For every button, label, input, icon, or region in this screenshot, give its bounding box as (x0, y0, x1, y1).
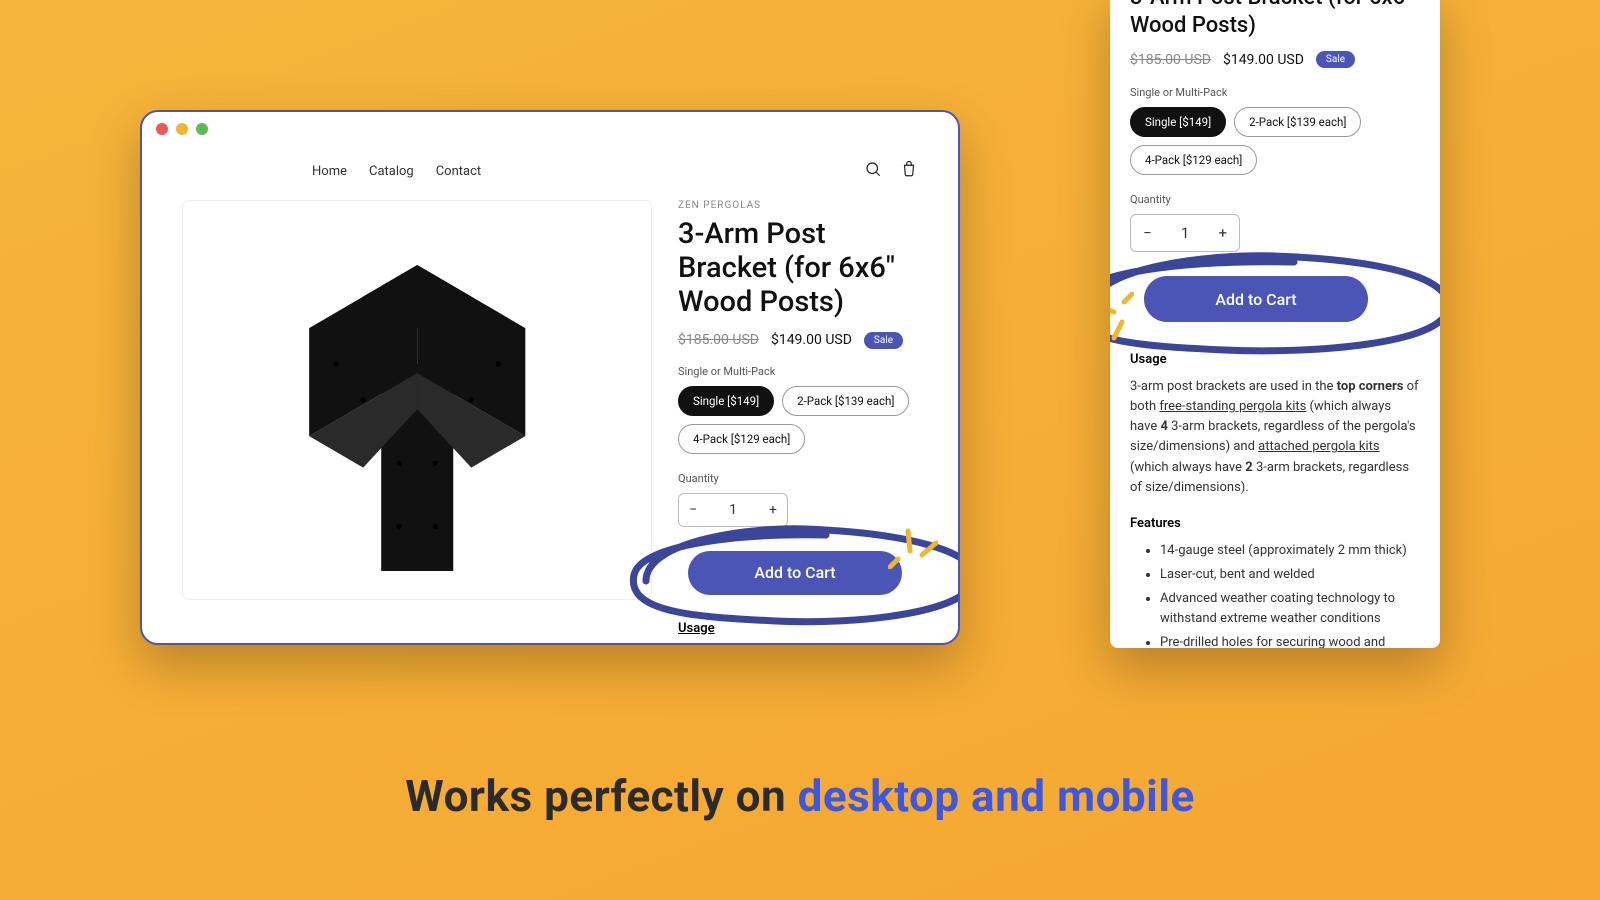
m-product-title: 3-Arm Post Bracket (for 6x6" Wood Posts) (1130, 0, 1420, 39)
qty-plus-icon[interactable]: + (769, 502, 777, 518)
variant-single[interactable]: Single [$149] (678, 386, 774, 416)
price-current: $149.00 USD (771, 332, 852, 348)
m-variant-single[interactable]: Single [$149] (1130, 107, 1226, 137)
traffic-light-minimize[interactable] (176, 123, 188, 135)
variant-label: Single or Multi-Pack (678, 365, 918, 378)
m-price-compare: $185.00 USD (1130, 52, 1211, 68)
usage-heading: Usage (678, 621, 918, 636)
nav-catalog[interactable]: Catalog (369, 164, 414, 179)
m-add-to-cart-button[interactable]: Add to Cart (1144, 276, 1368, 322)
m-price-row: $185.00 USD $149.00 USD Sale (1130, 51, 1420, 68)
m-usage-heading: Usage (1130, 352, 1420, 367)
m-variant-label: Single or Multi-Pack (1130, 86, 1420, 99)
nav-home[interactable]: Home (312, 164, 347, 179)
quantity-label: Quantity (678, 472, 918, 485)
m-variant-2pack[interactable]: 2-Pack [$139 each] (1234, 107, 1361, 137)
m-feature-item: Laser-cut, bent and welded (1160, 565, 1420, 585)
nav-contact[interactable]: Contact (436, 164, 481, 179)
cart-icon[interactable] (900, 160, 918, 182)
m-feature-item: Pre-drilled holes for securing wood and … (1160, 633, 1420, 648)
mobile-device-frame: 3-Arm Post Bracket (for 6x6" Wood Posts)… (1110, 0, 1440, 648)
m-quantity-label: Quantity (1130, 193, 1420, 206)
search-icon[interactable] (864, 160, 882, 182)
sale-badge: Sale (864, 332, 903, 349)
variant-2pack[interactable]: 2-Pack [$139 each] (782, 386, 909, 416)
traffic-light-close[interactable] (156, 123, 168, 135)
m-variant-4pack[interactable]: 4-Pack [$129 each] (1130, 145, 1257, 175)
m-qty-plus-icon[interactable]: + (1218, 224, 1227, 242)
variant-4pack[interactable]: 4-Pack [$129 each] (678, 424, 805, 454)
qty-value: 1 (729, 502, 737, 518)
m-qty-value: 1 (1181, 224, 1189, 242)
qty-minus-icon[interactable]: − (689, 502, 697, 518)
m-burst-icon (1110, 292, 1134, 342)
m-feature-item: Advanced weather coating technology to w… (1160, 589, 1420, 629)
m-usage-paragraph: 3-arm post brackets are used in the top … (1130, 377, 1420, 498)
traffic-light-zoom[interactable] (196, 123, 208, 135)
m-features-heading: Features (1130, 516, 1420, 531)
product-title: 3-Arm Post Bracket (for 6x6" Wood Posts) (678, 217, 918, 320)
m-sale-badge: Sale (1316, 51, 1355, 68)
price-compare: $185.00 USD (678, 332, 759, 348)
desktop-browser-frame: Home Catalog Contact (140, 110, 960, 645)
m-price-current: $149.00 USD (1223, 52, 1304, 68)
add-to-cart-button[interactable]: Add to Cart (688, 551, 902, 595)
m-features-list: 14-gauge steel (approximately 2 mm thick… (1130, 541, 1420, 648)
m-qty-minus-icon[interactable]: − (1143, 224, 1152, 242)
quantity-stepper[interactable]: − 1 + (678, 493, 788, 527)
browser-titlebar (142, 112, 958, 146)
price-row: $185.00 USD $149.00 USD Sale (678, 332, 918, 349)
m-link-attached[interactable]: attached pergola kits (1258, 439, 1379, 454)
m-feature-item: 14-gauge steel (approximately 2 mm thick… (1160, 541, 1420, 561)
product-image (182, 200, 652, 600)
m-quantity-stepper[interactable]: − 1 + (1130, 214, 1240, 252)
m-link-freestanding[interactable]: free-standing pergola kits (1159, 399, 1306, 414)
marketing-tagline: Works perfectly on desktop and mobile (0, 770, 1600, 822)
vendor-label: ZEN PERGOLAS (678, 200, 918, 211)
store-nav: Home Catalog Contact (142, 146, 958, 200)
usage-paragraph: 3-arm post brackets are used in the top … (678, 644, 918, 645)
